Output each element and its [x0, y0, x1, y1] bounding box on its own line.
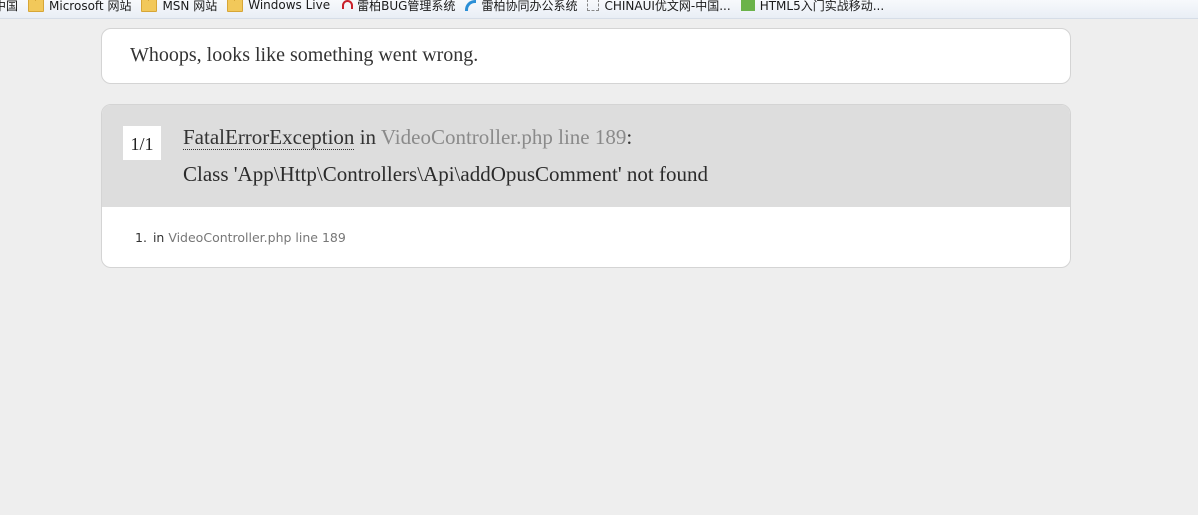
exception-class[interactable]: FatalErrorException	[183, 125, 355, 150]
exception-counter: 1/1	[123, 126, 161, 160]
exception-panel: 1/1 FatalErrorException in VideoControll…	[101, 104, 1071, 268]
folder-icon	[227, 0, 244, 12]
bookmark-label: MSN 网站	[162, 0, 218, 13]
colon-text: :	[626, 125, 633, 149]
bookmark-windows-live[interactable]: Windows Live	[227, 0, 330, 14]
page-icon	[587, 0, 600, 11]
trace-number: 1.	[135, 230, 147, 245]
bookmark-bug-system[interactable]: 雷柏BUG管理系统	[340, 0, 455, 14]
rss-icon	[465, 0, 477, 11]
bookmark-label: 雷柏协同办公系统	[481, 0, 578, 13]
in-text: in	[354, 125, 381, 149]
bookmarks-bar: 中国 Microsoft 网站 MSN 网站 Windows Live 雷柏BU…	[0, 0, 1198, 19]
bookmark-msn[interactable]: MSN 网站	[141, 0, 217, 14]
error-header-panel: Whoops, looks like something went wrong.	[101, 28, 1071, 84]
bug-icon	[340, 0, 354, 11]
bookmark-label: Windows Live	[248, 0, 331, 12]
bookmark-label: CHINAUI优文网-中国...	[604, 0, 731, 13]
bookmark-html5[interactable]: HTML5入门实战移动...	[740, 0, 885, 14]
bookmark-label: HTML5入门实战移动...	[759, 0, 885, 13]
exception-message: Class 'App\Http\Controllers\Api\addOpusC…	[183, 162, 708, 186]
site-icon	[740, 0, 755, 11]
folder-icon	[28, 0, 45, 12]
bookmark-china[interactable]: 中国	[0, 0, 18, 14]
exception-file: VideoController.php line 189	[380, 125, 627, 149]
stack-trace-item: 1. in VideoController.php line 189	[135, 230, 346, 245]
bookmark-chinaui[interactable]: CHINAUI优文网-中国...	[587, 0, 731, 14]
error-title: Whoops, looks like something went wrong.	[130, 44, 479, 66]
bookmark-label: Microsoft 网站	[49, 0, 132, 13]
trace-file: VideoController.php line 189	[168, 230, 346, 245]
trace-in: in	[152, 230, 169, 245]
exception-title: FatalErrorException in VideoController.p…	[183, 125, 632, 150]
bookmark-label: 雷柏BUG管理系统	[357, 0, 456, 13]
bookmark-label: 中国	[0, 0, 19, 13]
bookmark-microsoft[interactable]: Microsoft 网站	[28, 0, 131, 14]
bookmark-office-system[interactable]: 雷柏协同办公系统	[465, 0, 577, 14]
folder-icon	[141, 0, 158, 12]
exception-header: 1/1 FatalErrorException in VideoControll…	[102, 105, 1070, 207]
